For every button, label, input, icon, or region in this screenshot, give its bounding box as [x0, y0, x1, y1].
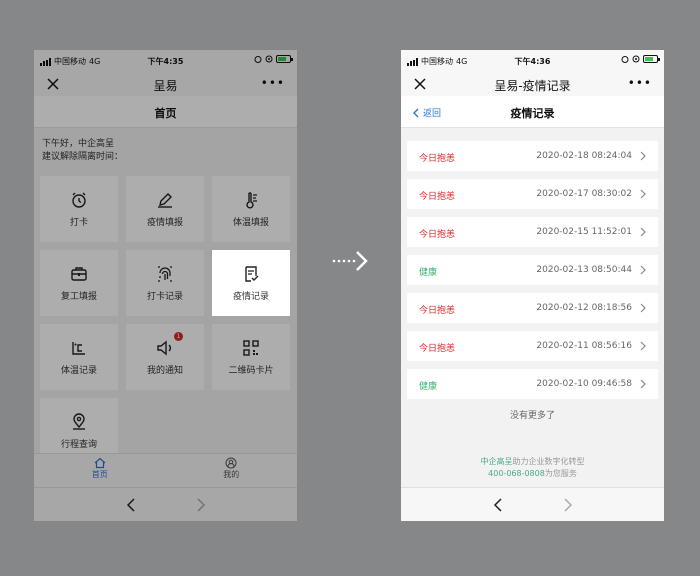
- record-row[interactable]: 健康 2020-02-10 09:46:58: [407, 369, 658, 399]
- record-status: 今日抱恙: [419, 230, 456, 240]
- status-bar: 中国移动 4G 下午4:36: [401, 50, 664, 72]
- record-time: 2020-02-11 08:56:16: [536, 341, 632, 351]
- chevron-right-icon: [640, 151, 646, 161]
- chevron-right-icon: [640, 189, 646, 199]
- transition-arrow-icon: [332, 251, 368, 271]
- chevron-right-icon: [640, 341, 646, 351]
- record-status: 今日抱恙: [419, 344, 456, 354]
- record-status: 今日抱恙: [419, 154, 456, 164]
- nav-bar: 呈易-疫情记录 •••: [401, 72, 664, 96]
- footer-service: 为您服务: [544, 469, 577, 478]
- chevron-right-icon: [640, 227, 646, 237]
- footer-slogan: 助力企业数字化转型: [512, 457, 585, 466]
- chevron-right-icon: [640, 303, 646, 313]
- footer-brand: 中企高呈: [480, 457, 513, 466]
- record-time: 2020-02-18 08:24:04: [536, 151, 632, 161]
- alarm-icon: [621, 56, 629, 63]
- record-row[interactable]: 今日抱恙 2020-02-17 08:30:02: [407, 179, 658, 209]
- footer-phone[interactable]: 400-068-0808: [488, 469, 545, 478]
- record-row[interactable]: 健康 2020-02-13 08:50:44: [407, 255, 658, 285]
- battery-icon: [643, 55, 660, 63]
- tile-label: 疫情记录: [232, 292, 269, 302]
- record-row[interactable]: 今日抱恙 2020-02-15 11:52:01: [407, 217, 658, 247]
- home-screen: 中国移动 4G 下午4:35 呈易 ••• 首页 下午好，中企高呈 建议解除隔离…: [34, 50, 297, 521]
- record-row[interactable]: 今日抱恙 2020-02-11 08:56:16: [407, 331, 658, 361]
- record-status: 今日抱恙: [419, 192, 456, 202]
- record-time: 2020-02-13 08:50:44: [536, 265, 632, 275]
- record-row[interactable]: 今日抱恙 2020-02-18 08:24:04: [407, 141, 658, 171]
- chevron-right-icon: [640, 265, 646, 275]
- record-status: 今日抱恙: [419, 306, 456, 316]
- footer: 中企高呈助力企业数字化转型 400-068-0808为您服务: [401, 456, 664, 480]
- page-header: 返回 疫情记录: [401, 96, 664, 128]
- forward-arrow-icon[interactable]: [563, 498, 573, 512]
- document-check-icon: [245, 266, 259, 282]
- chevron-right-icon: [640, 379, 646, 389]
- tile-epidemic-records[interactable]: 疫情记录: [212, 250, 290, 316]
- no-more-hint: 没有更多了: [509, 411, 555, 421]
- page-title: 疫情记录: [510, 107, 555, 120]
- record-time: 2020-02-12 08:18:56: [536, 303, 632, 313]
- record-row[interactable]: 今日抱恙 2020-02-12 08:18:56: [407, 293, 658, 323]
- more-menu-button[interactable]: •••: [628, 76, 652, 90]
- orientation-lock-icon: [632, 55, 640, 63]
- record-time: 2020-02-15 11:52:01: [536, 227, 632, 237]
- app-title: 呈易-疫情记录: [494, 79, 571, 93]
- epidemic-records-screen: 中国移动 4G 下午4:36 呈易-疫情记录 ••• 返回 疫情记录 今日抱恙 …: [401, 50, 664, 521]
- record-time: 2020-02-17 08:30:02: [536, 189, 632, 199]
- back-arrow-icon[interactable]: [493, 498, 503, 512]
- record-status: 健康: [419, 382, 438, 392]
- browser-toolbar: [401, 487, 664, 521]
- record-status: 健康: [419, 268, 438, 278]
- record-time: 2020-02-10 09:46:58: [536, 379, 632, 389]
